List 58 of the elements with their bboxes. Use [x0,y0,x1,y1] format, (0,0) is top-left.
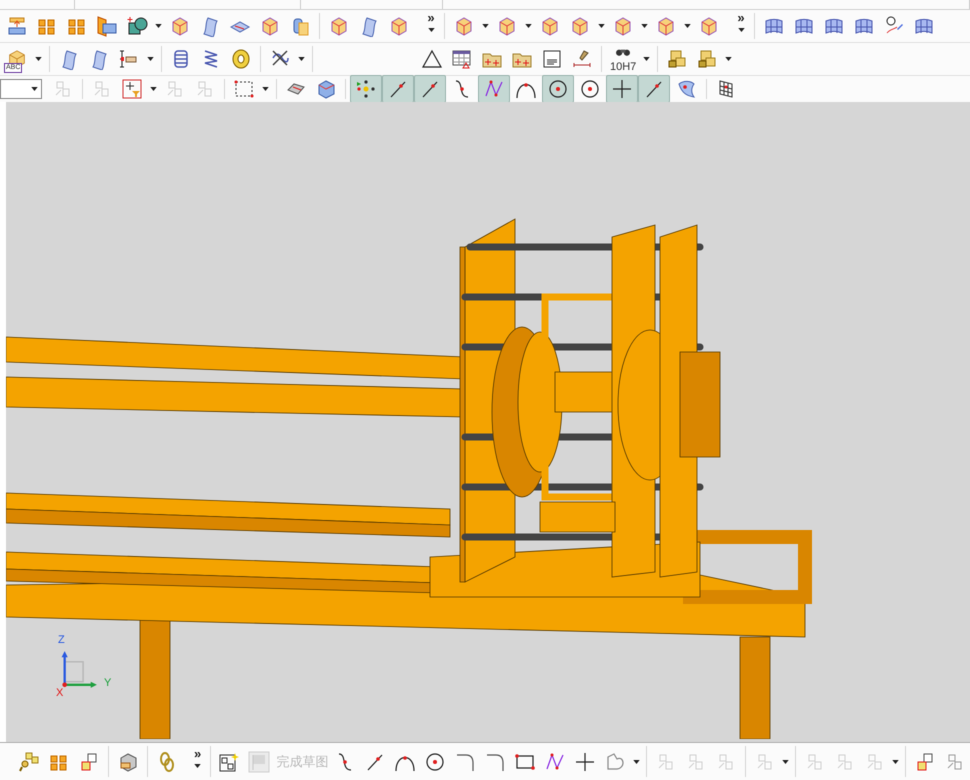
selection-box-icon [233,78,255,100]
caret-icon [738,28,744,32]
overflow-button[interactable]: » [422,12,440,40]
snap-toggle-button[interactable] [606,75,638,103]
axis-label: Z [58,635,65,646]
caret-icon [31,87,38,91]
cube-plane-icon [96,15,118,37]
axis-label: Y [104,678,112,689]
square-circle-icon [126,15,148,37]
flag-icon [248,750,270,772]
caret-icon [150,87,157,91]
tool-button[interactable]: 10H7 [606,45,640,73]
axis-label: X [56,688,64,699]
filter-dropdown[interactable] [0,79,42,99]
caret-icon [482,24,489,28]
caret-icon [155,24,162,28]
circle-icon [579,78,601,100]
caret-icon [598,24,605,28]
note-icon [541,48,563,70]
caret-icon [147,57,154,61]
snap-toggle-button[interactable] [478,75,510,103]
locked-cubes-icon [696,48,718,70]
key-cubes-icon [18,750,40,772]
box-arrow-icon [6,15,28,37]
tolerance-label: 10H7 [610,62,636,73]
snap-toggle-button[interactable] [382,75,414,103]
caret-icon [194,764,202,768]
caret-icon [892,760,899,764]
frame-star-icon [218,750,240,772]
caret-icon [684,24,691,28]
ring-icon [230,48,252,70]
snap-points-icon [355,78,377,100]
caret-icon [632,760,640,764]
caret-icon [428,28,434,32]
snap-toggle-button[interactable] [542,75,574,103]
plus-icon [611,78,633,100]
snap-toggle-button[interactable] [414,75,446,103]
caret-icon [782,760,789,764]
locked-cubes-icon [666,48,688,70]
plus-icon [574,750,596,772]
caret-icon [35,57,42,61]
overflow-button[interactable]: » [732,12,750,40]
circle-icon [424,750,446,772]
caret-icon [525,24,532,28]
caret-icon [641,24,648,28]
circle-icon [547,78,569,100]
triangle-icon [421,48,443,70]
brush-dimension-icon [571,48,593,70]
snap-toggle-button[interactable] [638,75,670,103]
caret-icon [725,57,732,61]
caret-icon [262,87,269,91]
overflow-button[interactable]: » [190,748,206,776]
filter-target-icon [121,78,143,100]
table-icon [451,48,473,70]
snap-toggle-button[interactable] [350,75,382,103]
caret-icon [643,57,650,61]
caret-icon [298,57,305,61]
polyline-icon [544,750,566,772]
